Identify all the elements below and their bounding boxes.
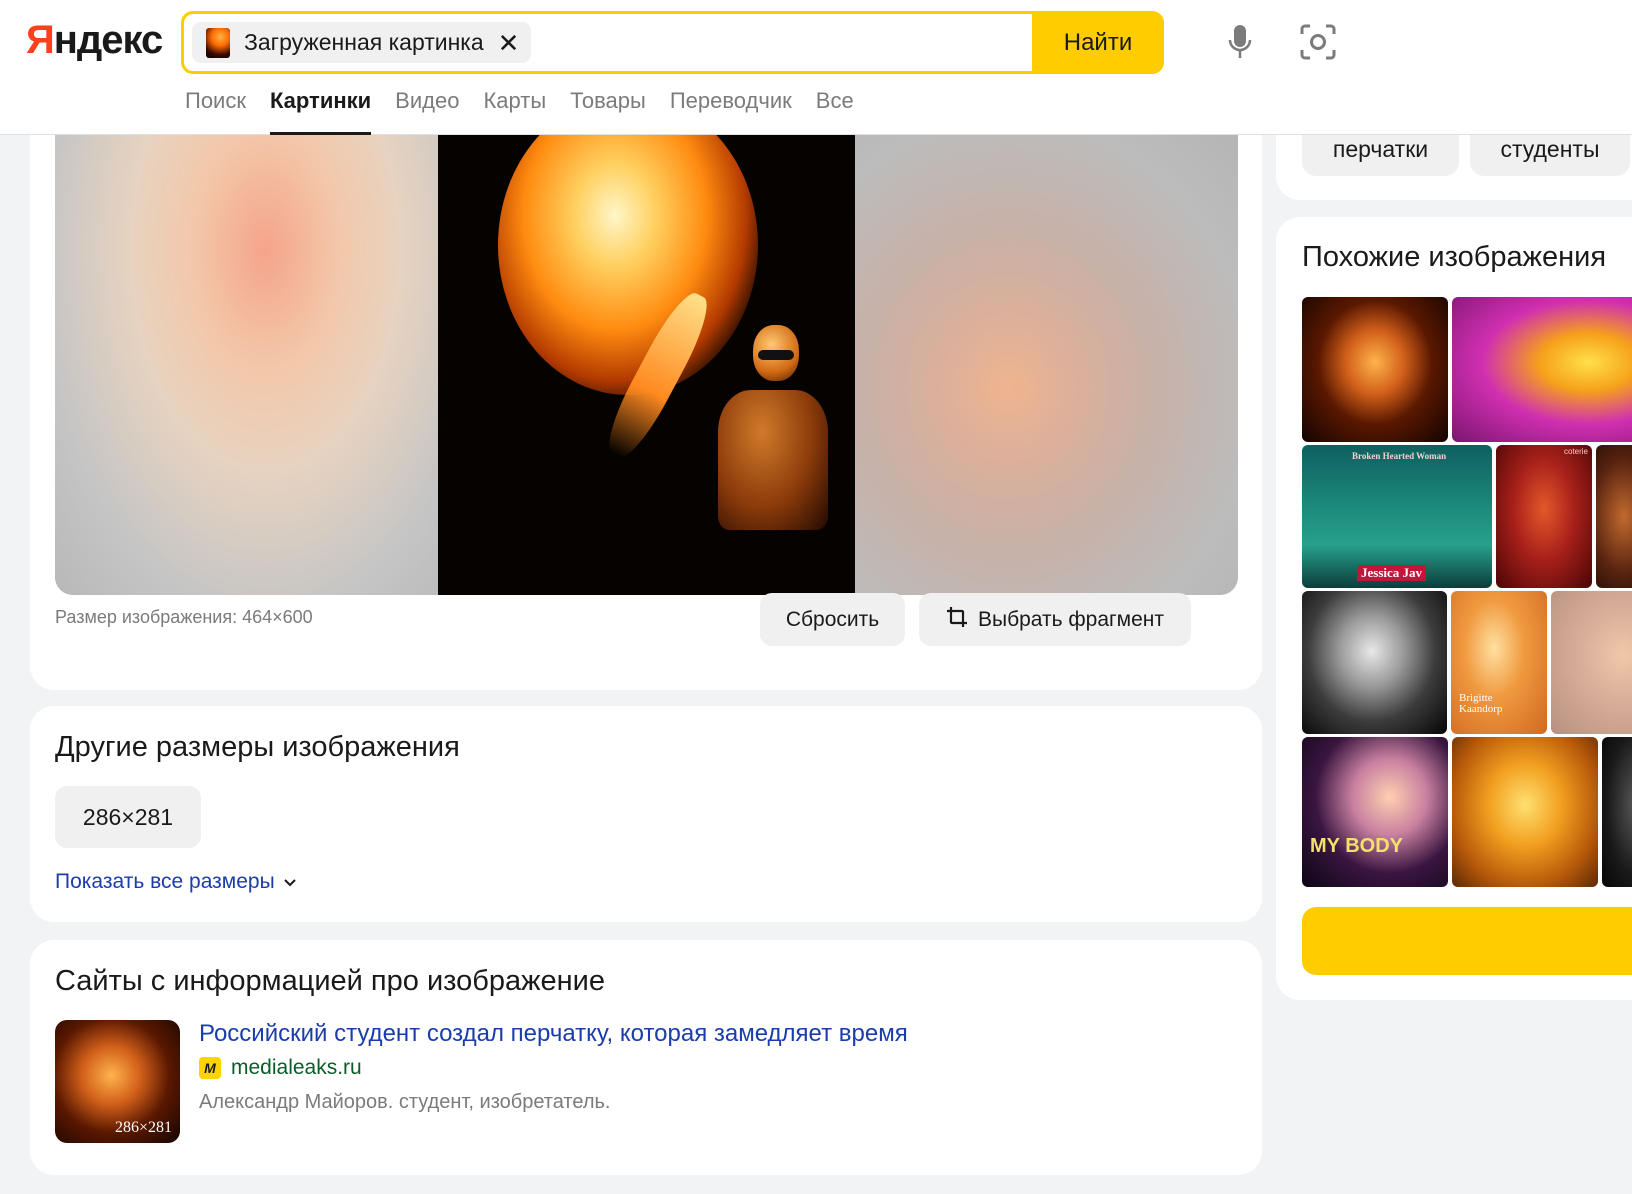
site-domain-row: M medialeaks.ru: [199, 1056, 362, 1080]
uploaded-image-thumbnail: [206, 27, 230, 58]
header: Яндекс Загруженная картинка ✕ Найти Поис…: [0, 0, 1632, 135]
show-more-similar-button[interactable]: [1302, 907, 1632, 975]
chevron-down-icon: [283, 870, 297, 894]
similar-image[interactable]: Broken Hearted Woman Jessica Jav: [1302, 445, 1492, 588]
tab-maps[interactable]: Карты: [471, 88, 558, 135]
site-domain-link[interactable]: medialeaks.ru: [231, 1056, 362, 1080]
similar-image[interactable]: Brigitte Kaandorp: [1451, 591, 1547, 734]
tab-all[interactable]: Все: [804, 88, 866, 135]
similar-image[interactable]: MY BODY: [1302, 737, 1448, 887]
tab-video[interactable]: Видео: [383, 88, 471, 135]
similar-image[interactable]: [1302, 591, 1447, 734]
other-sizes-card: Другие размеры изображения 286×281 Показ…: [30, 706, 1262, 922]
tab-search[interactable]: Поиск: [185, 88, 258, 135]
size-option[interactable]: 286×281: [55, 786, 201, 848]
viewer-footer: Размер изображения: 464×600 Сбросить Выб…: [55, 593, 1238, 646]
blurred-backdrop-right: [855, 135, 1238, 595]
image-stage: [55, 135, 1238, 595]
other-sizes-title: Другие размеры изображения: [55, 731, 460, 763]
uploaded-image-chip[interactable]: Загруженная картинка ✕: [192, 22, 532, 63]
similar-image-caption: Jessica Jav: [1357, 565, 1427, 581]
sites-title: Сайты с информацией про изображение: [55, 965, 605, 997]
similar-image[interactable]: [1602, 737, 1632, 887]
select-fragment-button[interactable]: Выбрать фрагмент: [919, 593, 1191, 646]
similar-image-caption: coterie: [1563, 447, 1588, 456]
image-viewer-card: Размер изображения: 464×600 Сбросить Выб…: [30, 110, 1262, 690]
uploaded-image[interactable]: [438, 135, 855, 595]
reset-button[interactable]: Сбросить: [760, 593, 905, 646]
tab-images[interactable]: Картинки: [258, 88, 383, 135]
site-favicon: M: [199, 1057, 221, 1079]
similar-image[interactable]: [1551, 591, 1632, 734]
search-nav: Поиск Картинки Видео Карты Товары Перево…: [185, 88, 866, 135]
similar-image[interactable]: [1452, 737, 1598, 887]
crop-icon: [946, 606, 968, 634]
similar-image-caption: Brigitte Kaandorp: [1459, 692, 1503, 715]
search-input[interactable]: [544, 22, 1044, 63]
reset-button-label: Сбросить: [785, 607, 880, 631]
similar-images-title: Похожие изображения: [1302, 241, 1607, 273]
site-thumbnail[interactable]: 286×281: [55, 1020, 180, 1143]
image-search-camera-icon[interactable]: [1298, 22, 1338, 62]
similar-image[interactable]: [1302, 297, 1448, 442]
site-title-link[interactable]: Российский студент создал перчатку, кото…: [199, 1020, 908, 1048]
yandex-logo[interactable]: Яндекс: [26, 18, 164, 63]
uploaded-image-chip-label: Загруженная картинка: [244, 29, 484, 55]
similar-image-caption: MY BODY: [1310, 835, 1403, 857]
search-box[interactable]: Загруженная картинка ✕ Найти: [181, 11, 1164, 74]
image-size-text: Размер изображения: 464×600: [55, 607, 313, 627]
show-all-sizes-label: Показать все размеры: [55, 870, 275, 893]
microphone-icon[interactable]: [1220, 22, 1260, 62]
tab-products[interactable]: Товары: [558, 88, 658, 135]
find-button[interactable]: Найти: [1032, 11, 1164, 74]
select-fragment-label: Выбрать фрагмент: [977, 607, 1165, 631]
site-description: Александр Майоров. студент, изобретатель…: [199, 1091, 611, 1113]
similar-images-card: Похожие изображения Broken Hearted Woman…: [1276, 217, 1632, 1000]
similar-image[interactable]: [1596, 445, 1632, 588]
logo-rest: ндекс: [53, 18, 164, 62]
blurred-backdrop-left: [55, 135, 438, 595]
close-icon[interactable]: ✕: [498, 30, 520, 56]
similar-image[interactable]: coterie: [1496, 445, 1592, 588]
sunglasses-shape: [758, 350, 794, 360]
similar-image-caption: Broken Hearted Woman: [1352, 451, 1447, 461]
site-thumbnail-size-badge: 286×281: [114, 1119, 172, 1136]
similar-image[interactable]: [1452, 297, 1632, 442]
person-body-shape: [718, 390, 828, 530]
flame-shape: [498, 135, 758, 395]
sites-card: Сайты с информацией про изображение 286×…: [30, 940, 1262, 1175]
show-all-sizes-link[interactable]: Показать все размеры: [55, 870, 297, 894]
tab-translator[interactable]: Переводчик: [658, 88, 804, 135]
